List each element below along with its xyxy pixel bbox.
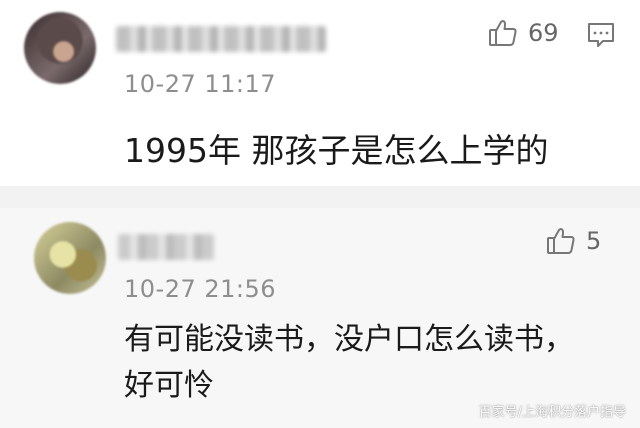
comment-text: 有可能没读书，没户口怎么读书， 好可怜	[124, 317, 604, 409]
like-count: 69	[528, 19, 559, 47]
comment-timestamp: 10-27 11:17	[124, 70, 277, 98]
thumbs-up-icon	[546, 226, 576, 256]
comment-timestamp: 10-27 21:56	[124, 275, 277, 303]
username-blurred[interactable]	[118, 234, 214, 260]
avatar[interactable]	[34, 222, 106, 294]
divider	[0, 186, 640, 208]
comment-icon[interactable]	[586, 21, 616, 53]
username-blurred[interactable]	[116, 26, 326, 52]
thumbs-up-icon	[488, 18, 518, 48]
comment-item: 10-27 11:17 1995年 那孩子是怎么上学的 69	[0, 0, 640, 186]
like-button[interactable]: 69	[488, 18, 559, 48]
comment-text: 1995年 那孩子是怎么上学的	[124, 131, 549, 170]
avatar[interactable]	[24, 12, 96, 84]
comment-text-line: 有可能没读书，没户口怎么读书，	[124, 322, 574, 357]
watermark: 百家号/上海积分落户指导	[478, 405, 626, 420]
like-count: 5	[586, 227, 602, 255]
like-button[interactable]: 5	[546, 226, 601, 256]
